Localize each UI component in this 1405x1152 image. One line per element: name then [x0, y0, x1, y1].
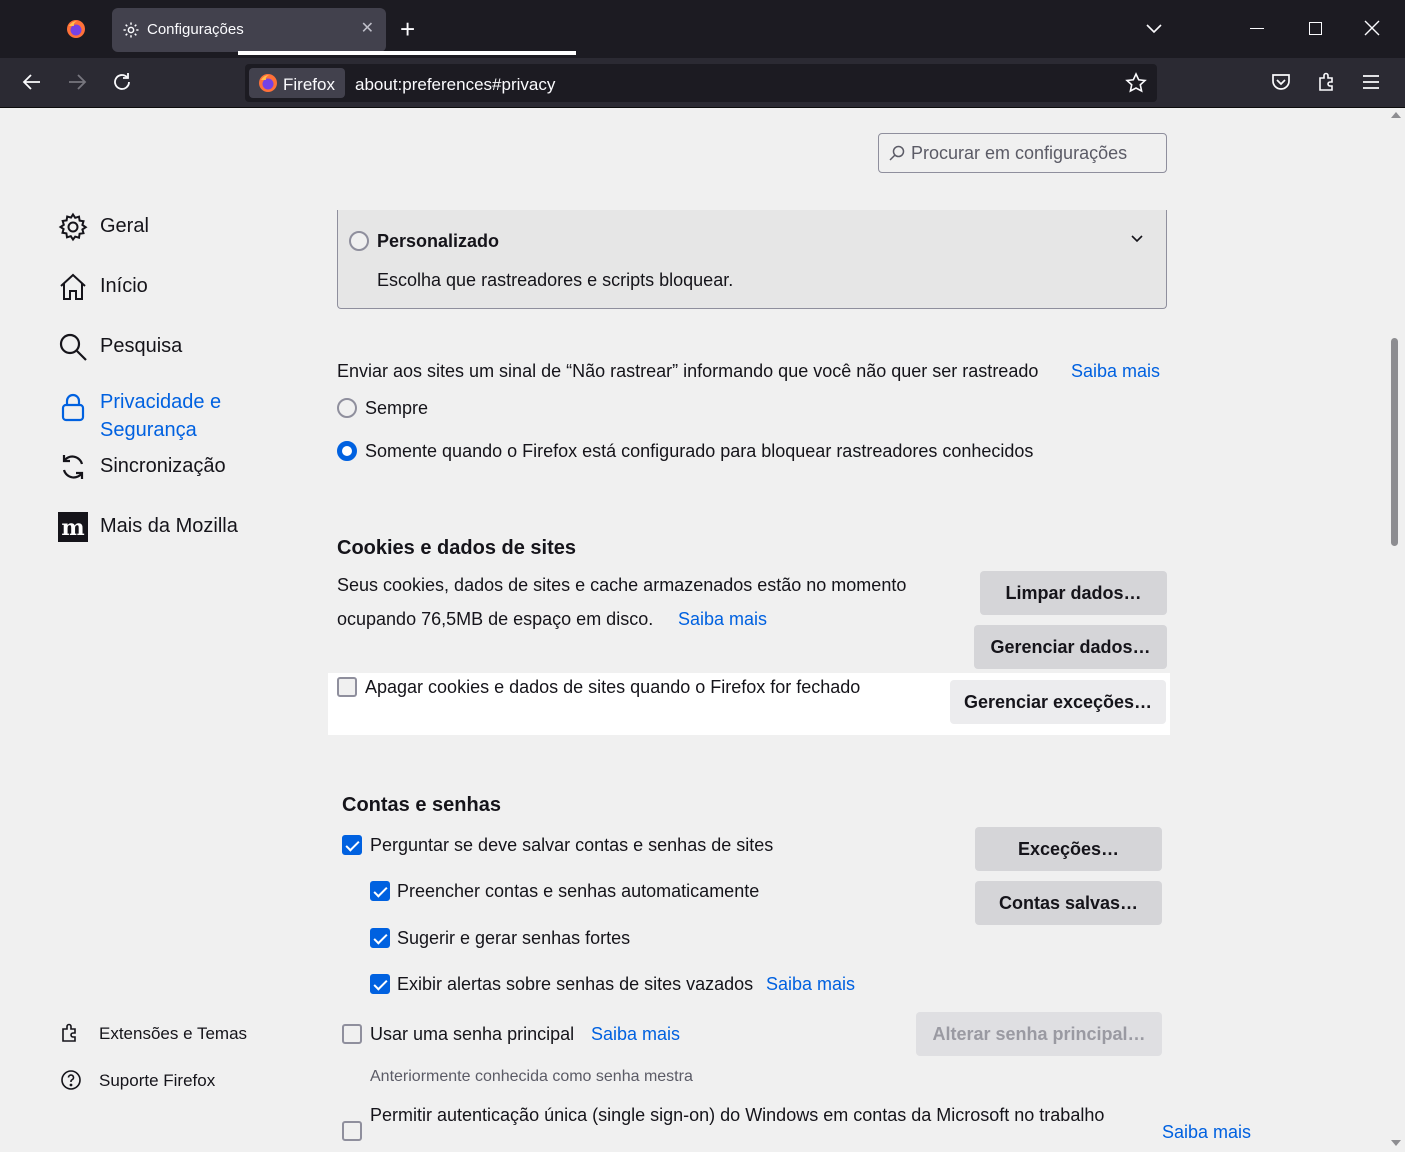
dnt-always-label[interactable]: Sempre — [365, 398, 428, 419]
firefox-logo-icon[interactable] — [66, 19, 86, 39]
custom-title: Personalizado — [377, 231, 500, 251]
dnt-only-when-label[interactable]: Somente quando o Firefox está configurad… — [365, 441, 1033, 462]
identity-box[interactable]: Firefox — [249, 68, 345, 98]
delete-on-close-checkbox[interactable] — [337, 677, 357, 697]
close-window-button[interactable] — [1362, 18, 1382, 38]
preferences-page: Geral Início Pesquisa Privacidade e Segu… — [0, 108, 1387, 1152]
autofill-checkbox[interactable] — [370, 881, 390, 901]
manage-data-button[interactable]: Gerenciar dados… — [974, 625, 1167, 669]
breach-alerts-checkbox[interactable] — [370, 974, 390, 994]
sidebar-item-label: Privacidade e Segurança — [100, 391, 222, 441]
gear-icon — [58, 212, 88, 242]
cookies-learn-more-link[interactable]: Saiba mais — [678, 609, 767, 630]
sidebar-item-label: Geral — [100, 215, 149, 237]
back-arrow-icon[interactable] — [21, 71, 43, 93]
primary-password-label[interactable]: Usar uma senha principal — [370, 1024, 574, 1045]
page-scrollbar[interactable] — [1387, 108, 1405, 1152]
tab-bar: Configurações ✕ + — [0, 0, 1405, 58]
sidebar-item-label: Sincronização — [100, 455, 226, 477]
maximize-button[interactable] — [1309, 22, 1322, 35]
logins-section-title: Contas e senhas — [342, 794, 501, 816]
search-icon — [59, 333, 87, 361]
navigation-toolbar: Firefox about:preferences#privacy — [0, 58, 1405, 108]
ask-to-save-checkbox[interactable] — [342, 835, 362, 855]
ask-to-save-label[interactable]: Perguntar se deve salvar contas e senhas… — [370, 835, 773, 856]
breach-learn-more-link[interactable]: Saiba mais — [766, 974, 855, 995]
url-bar[interactable]: Firefox about:preferences#privacy — [245, 64, 1157, 102]
dnt-description: Enviar aos sites um sinal de “Não rastre… — [337, 361, 1039, 381]
suggest-passwords-checkbox[interactable] — [370, 928, 390, 948]
primary-learn-more-link[interactable]: Saiba mais — [591, 1024, 680, 1045]
mozilla-icon: m — [58, 512, 88, 542]
sso-label[interactable]: Permitir autenticação única (single sign… — [370, 1105, 1104, 1126]
primary-password-note: Anteriormente conhecida como senha mestr… — [370, 1068, 693, 1085]
sidebar-item-label: Início — [100, 275, 148, 297]
change-primary-password-button[interactable]: Alterar senha principal… — [916, 1012, 1162, 1056]
close-tab-icon[interactable]: ✕ — [361, 20, 374, 38]
scrollbar-thumb[interactable] — [1391, 338, 1398, 546]
identity-label: Firefox — [283, 75, 335, 94]
sync-icon — [62, 455, 84, 479]
url-focus-highlight — [238, 51, 576, 55]
gear-icon — [123, 22, 139, 38]
dnt-only-when-radio[interactable] — [337, 441, 357, 461]
minimize-button[interactable] — [1250, 28, 1264, 29]
search-icon — [889, 145, 905, 161]
sso-learn-more-link[interactable]: Saiba mais — [1162, 1122, 1251, 1143]
chevron-down-icon[interactable] — [1144, 18, 1164, 38]
help-icon — [61, 1070, 81, 1090]
sidebar-footer-label: Suporte Firefox — [99, 1071, 216, 1090]
new-tab-button[interactable]: + — [400, 16, 415, 42]
sidebar-item-label: Mais da Mozilla — [100, 515, 238, 537]
clear-data-button[interactable]: Limpar dados… — [980, 571, 1167, 615]
url-text[interactable]: about:preferences#privacy — [355, 75, 555, 95]
logins-exceptions-button[interactable]: Exceções… — [975, 827, 1162, 871]
dnt-learn-more-link[interactable]: Saiba mais — [1071, 361, 1160, 382]
saved-logins-button[interactable]: Contas salvas… — [975, 881, 1162, 925]
search-input[interactable] — [911, 142, 1151, 164]
firefox-logo-icon — [259, 74, 277, 92]
puzzle-icon — [62, 1023, 76, 1042]
primary-password-checkbox[interactable] — [342, 1024, 362, 1044]
scroll-down-arrow-icon[interactable] — [1391, 1140, 1401, 1146]
cookies-section-title: Cookies e dados de sites — [337, 537, 576, 559]
sidebar-footer-label: Extensões e Temas — [99, 1024, 248, 1043]
reload-icon[interactable] — [111, 71, 133, 93]
suggest-passwords-label[interactable]: Sugerir e gerar senhas fortes — [397, 928, 630, 949]
forward-arrow-icon[interactable] — [66, 71, 88, 93]
lock-icon — [61, 393, 85, 422]
home-icon — [60, 273, 86, 300]
settings-search[interactable] — [878, 133, 1167, 173]
sidebar-item-label: Pesquisa — [100, 335, 183, 357]
dnt-always-radio[interactable] — [337, 398, 357, 418]
pocket-icon[interactable] — [1270, 71, 1292, 93]
tab-settings[interactable]: Configurações ✕ — [112, 8, 386, 52]
sso-checkbox[interactable] — [342, 1121, 362, 1141]
svg-text:m: m — [61, 515, 84, 541]
cookies-description-line2: ocupando 76,5MB de espaço em disco. — [337, 609, 654, 629]
breach-alerts-label[interactable]: Exibir alertas sobre senhas de sites vaz… — [397, 974, 753, 995]
delete-on-close-label[interactable]: Apagar cookies e dados de sites quando o… — [365, 677, 860, 698]
scroll-up-arrow-icon[interactable] — [1391, 112, 1401, 118]
custom-radio[interactable] — [349, 231, 369, 251]
bookmark-star-icon[interactable] — [1125, 72, 1147, 94]
extensions-icon[interactable] — [1316, 71, 1338, 93]
menu-icon[interactable] — [1360, 71, 1382, 93]
tab-title: Configurações — [147, 21, 244, 38]
custom-description: Escolha que rastreadores e scripts bloqu… — [377, 270, 734, 290]
autofill-label[interactable]: Preencher contas e senhas automaticament… — [397, 881, 759, 902]
manage-exceptions-button[interactable]: Gerenciar exceções… — [950, 680, 1166, 724]
chevron-down-icon[interactable] — [1130, 232, 1144, 246]
cookies-description-line1: Seus cookies, dados de sites e cache arm… — [337, 575, 907, 595]
custom-protection-card: Personalizado Escolha que rastreadores e… — [337, 210, 1167, 309]
